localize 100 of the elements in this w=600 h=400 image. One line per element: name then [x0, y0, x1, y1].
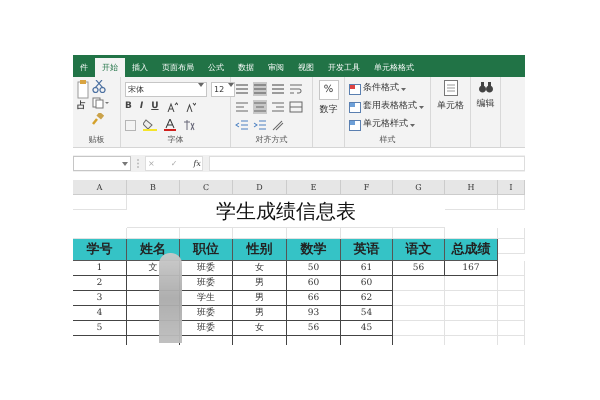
group-label: 字体: [166, 134, 184, 146]
empty-cell: [498, 261, 525, 276]
editing-button[interactable]: 编辑: [476, 98, 494, 112]
column-heading: 学号: [73, 239, 127, 261]
empty-cell: [498, 228, 525, 239]
ribbon-tab[interactable]: 单元格格式: [367, 58, 421, 77]
group-label: 对齐方式: [254, 134, 288, 146]
cells-button[interactable]: 单元格: [437, 100, 464, 114]
style-menu-button[interactable]: 条件格式: [363, 82, 399, 96]
empty-cell: [445, 321, 498, 336]
cells-icon[interactable]: [444, 80, 458, 96]
empty-cell: [498, 306, 525, 321]
cut-icon[interactable]: [92, 80, 106, 93]
dropdown-icon[interactable]: [228, 82, 234, 86]
column-header[interactable]: C: [180, 180, 233, 195]
decrease-indent-icon[interactable]: [235, 119, 249, 131]
font-name-value: 宋体: [128, 84, 144, 96]
empty-cell: [498, 276, 525, 291]
table-cell: 女: [233, 261, 287, 276]
font-size-value: 12: [214, 84, 224, 96]
column-header[interactable]: A: [73, 180, 127, 195]
empty-cell: [393, 291, 445, 306]
column-heading: 语文: [393, 239, 445, 261]
border-icon[interactable]: [125, 120, 136, 130]
dropdown-icon[interactable]: [401, 88, 406, 90]
column-heading: 职位: [180, 239, 233, 261]
increase-indent-icon[interactable]: [253, 119, 267, 131]
table-cell: 4: [73, 306, 127, 321]
phonetic-icon[interactable]: [183, 119, 195, 131]
table-cell: 5: [73, 321, 127, 336]
column-header[interactable]: F: [341, 180, 393, 195]
table-cell: 66: [287, 291, 341, 306]
divider-grip-icon[interactable]: [137, 159, 139, 168]
shrink-font-icon[interactable]: [186, 102, 196, 112]
table-cell: 男: [233, 276, 287, 291]
conditional-format-icon[interactable]: [349, 84, 361, 94]
align-center-icon[interactable]: [253, 100, 267, 114]
ribbon-tab[interactable]: 插入: [125, 58, 155, 77]
wrap-text-icon[interactable]: [289, 82, 303, 96]
copy-icon[interactable]: [92, 97, 110, 109]
ribbon-tab[interactable]: 开发工具: [321, 58, 367, 77]
grow-font-icon[interactable]: [166, 102, 178, 112]
font-color-icon[interactable]: [164, 119, 176, 131]
column-heading: 英语: [341, 239, 393, 261]
empty-cell: [393, 321, 445, 336]
paste-label[interactable]: 占: [77, 100, 89, 114]
column-header[interactable]: B: [127, 180, 180, 195]
empty-cell: [498, 291, 525, 306]
dropdown-icon[interactable]: [198, 82, 204, 86]
table-cell: 60: [341, 276, 393, 291]
table-cell: 男: [233, 306, 287, 321]
cell-style-icon[interactable]: [349, 120, 361, 130]
binoculars-icon[interactable]: [478, 80, 492, 94]
column-heading: 数学: [287, 239, 341, 261]
insert-function-button[interactable]: fx: [193, 157, 201, 170]
column-header[interactable]: G: [393, 180, 445, 195]
table-cell: 女: [233, 321, 287, 336]
text-orientation-icon[interactable]: [271, 119, 285, 131]
empty-cell: [445, 276, 498, 291]
style-menu-button[interactable]: 单元格样式: [363, 118, 408, 132]
column-header[interactable]: E: [287, 180, 341, 195]
ribbon-tab[interactable]: 数据: [231, 58, 261, 77]
column-header[interactable]: I: [498, 180, 525, 195]
align-top-icon[interactable]: [235, 82, 249, 96]
ribbon-tab[interactable]: 审阅: [261, 58, 291, 77]
fill-color-icon[interactable]: [143, 119, 157, 131]
formula-input[interactable]: [209, 156, 525, 171]
align-middle-icon[interactable]: [253, 82, 267, 96]
ribbon-tab[interactable]: 开始: [95, 58, 125, 77]
dropdown-icon[interactable]: [419, 106, 424, 108]
align-bottom-icon[interactable]: [271, 82, 285, 96]
style-menu-button[interactable]: 套用表格格式: [363, 100, 417, 114]
align-left-icon[interactable]: [235, 100, 249, 114]
table-cell: 1: [73, 261, 127, 276]
table-cell: 167: [445, 261, 498, 276]
group-label: 样式: [378, 134, 396, 146]
ribbon-tab[interactable]: 公式: [201, 58, 231, 77]
merge-cells-icon[interactable]: [289, 100, 303, 114]
table-cell: 62: [341, 291, 393, 306]
table-cell: 56: [393, 261, 445, 276]
underline-button[interactable]: U: [151, 100, 159, 114]
italic-button[interactable]: I: [140, 100, 144, 114]
font-size-field[interactable]: 12: [211, 82, 235, 96]
bold-button[interactable]: B: [125, 100, 132, 114]
empty-cell: [445, 306, 498, 321]
empty-cell: [445, 195, 498, 210]
number-format-button[interactable]: 数字: [320, 104, 338, 118]
align-right-icon[interactable]: [271, 100, 285, 114]
font-name-field[interactable]: 宋体: [125, 82, 207, 96]
percent-button[interactable]: %: [318, 80, 338, 100]
table-format-icon[interactable]: [349, 102, 361, 112]
ribbon-tab[interactable]: 页面布局: [155, 58, 201, 77]
paste-icon[interactable]: [77, 80, 89, 100]
table-cell: 男: [233, 291, 287, 306]
dropdown-icon[interactable]: [122, 162, 128, 166]
ribbon-tab[interactable]: 件: [73, 58, 95, 77]
column-header[interactable]: D: [233, 180, 287, 195]
dropdown-icon[interactable]: [410, 124, 415, 126]
column-header[interactable]: H: [445, 180, 498, 195]
ribbon-tab[interactable]: 视图: [291, 58, 321, 77]
